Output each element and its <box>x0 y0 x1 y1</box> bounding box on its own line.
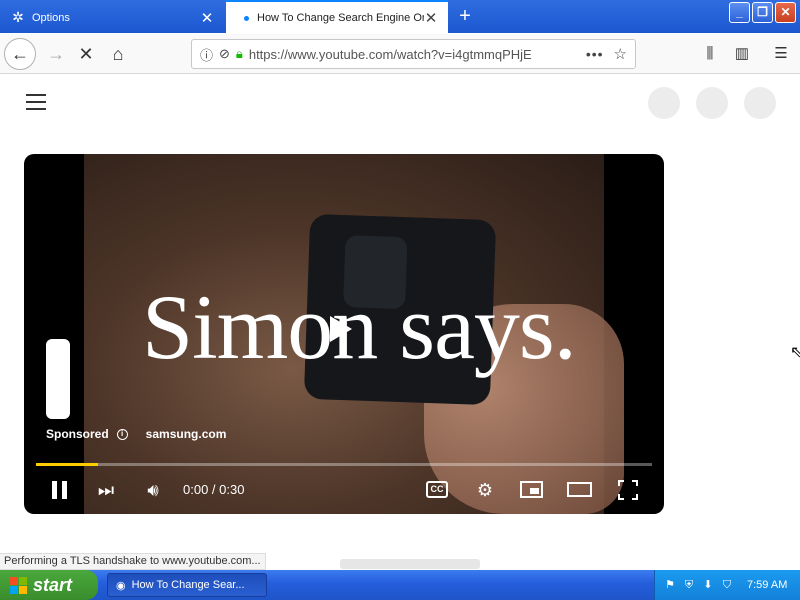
status-tooltip: Performing a TLS handshake to www.youtub… <box>0 553 266 570</box>
sponsored-row: Sponsored i samsung.com <box>46 427 226 441</box>
close-window-button[interactable]: ✕ <box>775 2 796 23</box>
tab-label: How To Change Search Engine On <box>257 12 424 24</box>
close-tab-icon[interactable]: ✕ <box>200 9 214 27</box>
antivirus-icon[interactable]: ⛉ <box>720 578 734 592</box>
pause-icon[interactable] <box>52 481 68 499</box>
page-actions-button[interactable]: ••• <box>586 46 604 62</box>
library-icon[interactable]: ⫼ <box>694 38 726 70</box>
theater-mode-icon[interactable] <box>567 482 592 497</box>
stop-button[interactable]: ✕ <box>70 38 102 70</box>
forward-button[interactable]: → <box>40 38 72 70</box>
horizontal-scrollbar[interactable] <box>340 559 480 569</box>
gear-icon: ✲ <box>12 9 24 25</box>
back-button[interactable]: ← <box>4 38 36 70</box>
url-text[interactable]: https://www.youtube.com/watch?v=i4gtmmqP… <box>249 47 580 62</box>
player-controls: ⏭︎ 🔊︎ 0:00 / 0:30 CC ⚙︎ <box>36 476 652 504</box>
home-button[interactable]: ⌂ <box>102 38 134 70</box>
start-label: start <box>33 574 73 595</box>
new-tab-button[interactable]: + <box>452 4 478 30</box>
progress-fill <box>36 463 98 466</box>
volume-icon[interactable]: 🔊︎ <box>140 476 166 504</box>
clock: 7:59 AM <box>747 579 788 591</box>
progress-bar[interactable] <box>36 463 652 466</box>
settings-gear-icon[interactable]: ⚙︎ <box>472 476 498 504</box>
placeholder-icon[interactable] <box>744 87 776 119</box>
loading-dot-icon <box>244 15 249 21</box>
fullscreen-icon[interactable] <box>618 480 638 500</box>
info-icon[interactable]: i <box>116 428 128 440</box>
video-player[interactable]: Simon says. Sponsored i samsung.com ⏭︎ 🔊… <box>24 154 664 514</box>
placeholder-icon[interactable] <box>696 87 728 119</box>
sidebar-icon[interactable]: ▥ <box>726 38 758 70</box>
play-icon[interactable] <box>330 316 352 342</box>
advertiser-domain[interactable]: samsung.com <box>146 427 227 441</box>
system-tray: ⚑ ⛨ ⬇ ⛉ 7:59 AM <box>654 570 800 600</box>
windows-taskbar: start ◉ How To Change Sear... ⚑ ⛨ ⬇ ⛉ 7:… <box>0 570 800 600</box>
tab-label: Options <box>32 11 70 24</box>
video-overlay-text: Simon says. <box>142 276 577 378</box>
navigation-toolbar: ← → ✕ ⌂ ⓘ ⊘ 🔒︎ https://www.youtube.com/w… <box>0 34 800 74</box>
miniplayer-icon[interactable] <box>520 481 543 498</box>
mouse-cursor-icon: ⇖ <box>790 344 800 361</box>
network-icon[interactable]: ⚑ <box>663 578 677 592</box>
sponsored-label: Sponsored <box>46 427 109 441</box>
windows-logo-icon <box>10 576 27 594</box>
restore-button[interactable]: ❐ <box>752 2 773 23</box>
guide-menu-icon[interactable] <box>26 94 46 115</box>
captions-button[interactable]: CC <box>426 481 448 498</box>
taskbar-item-label: How To Change Sear... <box>131 579 245 591</box>
info-icon[interactable]: ⓘ <box>200 45 213 64</box>
ad-card[interactable] <box>46 339 70 419</box>
firefox-icon: ◉ <box>116 579 126 592</box>
tab-strip: ✲ Options ✕ How To Change Search Engine … <box>0 0 800 34</box>
taskbar-item-firefox[interactable]: ◉ How To Change Sear... <box>107 573 267 597</box>
lock-icon[interactable]: 🔒︎ <box>236 46 243 62</box>
tab-youtube[interactable]: How To Change Search Engine On ✕ <box>226 0 448 34</box>
tab-options[interactable]: ✲ Options ✕ <box>0 2 224 33</box>
time-display: 0:00 / 0:30 <box>183 482 245 497</box>
address-bar[interactable]: ⓘ ⊘ 🔒︎ https://www.youtube.com/watch?v=i… <box>191 39 636 69</box>
window-controls: _ ❐ ✕ <box>729 2 796 23</box>
next-icon[interactable]: ⏭︎ <box>94 476 118 504</box>
minimize-button[interactable]: _ <box>729 2 750 23</box>
security-shield-icon[interactable]: ⛨ <box>682 578 696 592</box>
close-tab-icon[interactable]: ✕ <box>424 9 438 27</box>
tracking-protection-icon[interactable]: ⊘ <box>219 46 230 62</box>
menu-icon[interactable]: ☰ <box>765 38 797 70</box>
bookmark-star-icon[interactable]: ☆ <box>614 45 627 63</box>
placeholder-icon[interactable] <box>648 87 680 119</box>
web-page: Simon says. Sponsored i samsung.com ⏭︎ 🔊… <box>0 75 800 570</box>
update-icon[interactable]: ⬇ <box>701 578 715 592</box>
start-button[interactable]: start <box>0 570 98 600</box>
